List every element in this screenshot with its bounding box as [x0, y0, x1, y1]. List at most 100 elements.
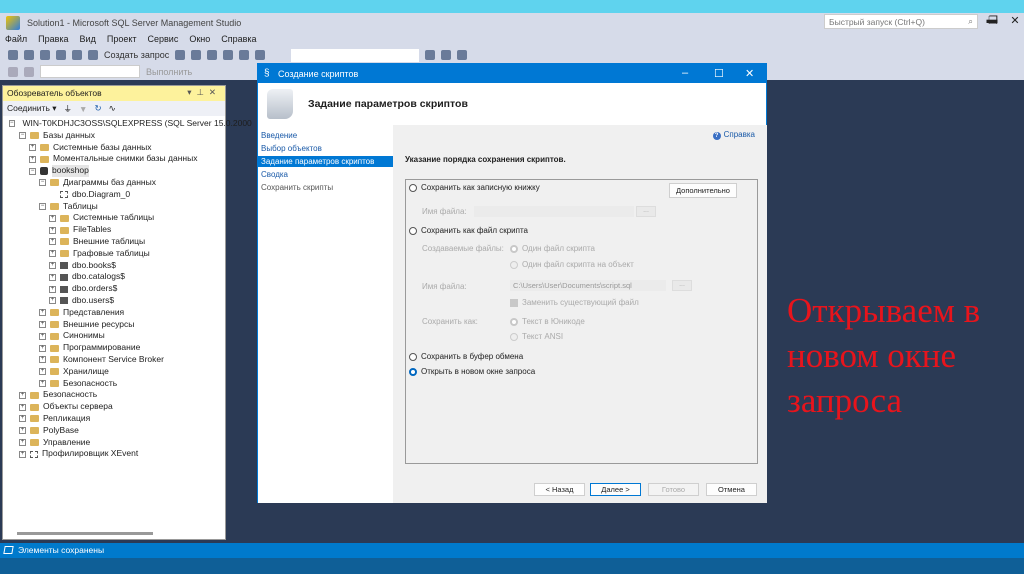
database-combo[interactable] — [40, 65, 140, 78]
search-combo[interactable] — [291, 48, 420, 62]
menu-help[interactable]: Справка — [216, 33, 262, 47]
tree-node[interactable]: + Системные таблицы — [3, 212, 225, 224]
connect-button[interactable]: Соединить ▾ — [7, 103, 57, 114]
toolbox-icon[interactable] — [457, 50, 468, 60]
cancel-button[interactable]: Отмена — [706, 483, 757, 496]
save-icon[interactable] — [72, 50, 82, 60]
expand-icon[interactable]: + — [19, 450, 26, 458]
radio-save-script-file[interactable]: Сохранить как файл скрипта — [409, 226, 528, 235]
menu-project[interactable]: Проект — [102, 33, 143, 47]
expand-icon[interactable]: + — [39, 309, 46, 317]
tree-node[interactable]: + dbo.orders$ — [3, 283, 225, 295]
back-icon[interactable] — [8, 50, 18, 60]
dialog-minimize-button[interactable]: – — [682, 67, 688, 79]
tree-node[interactable]: − Базы данных — [3, 130, 225, 142]
forward-icon[interactable] — [24, 50, 34, 60]
redo-icon[interactable] — [255, 50, 266, 60]
tree-node[interactable]: + dbo.users$ — [3, 295, 225, 307]
tree-node[interactable]: + Графовые таблицы — [3, 248, 225, 260]
execute-button[interactable]: Выполнить — [146, 67, 192, 77]
undo-icon[interactable] — [239, 50, 250, 60]
tree-node[interactable]: + Репликация — [3, 413, 225, 425]
expand-icon[interactable]: + — [39, 332, 46, 340]
dmx-icon[interactable] — [207, 50, 218, 60]
expand-icon[interactable]: + — [49, 285, 56, 293]
close-button[interactable]: ✕ — [1005, 14, 1024, 30]
quick-launch-input[interactable]: Быстрый запуск (Ctrl+Q) ⌕ — [824, 14, 978, 29]
expand-icon[interactable]: + — [49, 238, 56, 246]
restore-button[interactable]: ❐ — [983, 14, 1003, 30]
expand-icon[interactable]: + — [49, 226, 56, 234]
nav-choose-objects[interactable]: Выбор объектов — [258, 143, 393, 155]
nav-summary[interactable]: Сводка — [258, 169, 393, 181]
open-icon[interactable] — [56, 50, 66, 60]
expand-icon[interactable]: + — [29, 155, 36, 163]
expand-icon[interactable]: + — [19, 391, 26, 399]
tree-node[interactable]: + Управление — [3, 437, 225, 449]
expand-icon[interactable]: + — [39, 356, 46, 364]
expand-icon[interactable]: + — [49, 250, 56, 258]
filter-icon[interactable]: ▼ — [79, 104, 87, 114]
expand-icon[interactable]: + — [39, 344, 46, 352]
tree-node[interactable]: + Синонимы — [3, 330, 225, 342]
tree-node[interactable]: + Хранилище — [3, 366, 225, 378]
plug-icon[interactable]: ⏚ — [64, 103, 73, 115]
nav-intro[interactable]: Введение — [258, 130, 393, 142]
menu-edit[interactable]: Правка — [33, 33, 74, 47]
menu-view[interactable]: Вид — [75, 33, 102, 47]
collapse-icon[interactable]: − — [39, 202, 46, 210]
expand-icon[interactable]: + — [39, 368, 46, 376]
disconnect-icon[interactable] — [24, 66, 34, 77]
tree-node[interactable]: − WIN-T0KDHJC3OSS\SQLEXPRESS (SQL Server … — [3, 118, 252, 130]
tree-node[interactable]: + Внешние ресурсы — [3, 319, 225, 331]
xmla-icon[interactable] — [223, 50, 234, 60]
collapse-icon[interactable]: − — [39, 179, 46, 187]
expand-icon[interactable]: + — [19, 438, 26, 446]
advanced-button[interactable]: Дополнительно — [669, 183, 737, 198]
save-all-icon[interactable] — [88, 50, 98, 60]
tree-node[interactable]: + Безопасность — [3, 378, 225, 390]
connect-icon[interactable] — [8, 66, 18, 77]
properties-icon[interactable] — [425, 50, 436, 60]
expand-icon[interactable]: + — [29, 143, 36, 151]
expand-icon[interactable]: + — [49, 297, 56, 305]
next-button[interactable]: Далее > — [590, 483, 641, 496]
dialog-maximize-button[interactable]: ☐ — [714, 67, 724, 80]
expand-icon[interactable]: + — [39, 320, 46, 328]
menu-window[interactable]: Окно — [184, 33, 216, 47]
radio-clipboard[interactable]: Сохранить в буфер обмена — [409, 352, 523, 361]
menu-file[interactable]: Файл — [0, 33, 33, 47]
tree-node[interactable]: − Диаграммы баз данных — [3, 177, 225, 189]
back-button[interactable]: < Назад — [534, 483, 585, 496]
new-project-icon[interactable] — [40, 50, 50, 60]
tree-node[interactable]: + Объекты сервера — [3, 401, 225, 413]
expand-icon[interactable]: + — [19, 403, 26, 411]
collapse-icon[interactable]: − — [9, 120, 15, 128]
wrench-icon[interactable] — [441, 50, 452, 60]
expand-icon[interactable]: + — [19, 415, 26, 423]
expand-icon[interactable]: + — [49, 261, 56, 269]
expand-icon[interactable]: + — [49, 273, 56, 281]
collapse-icon[interactable]: − — [29, 167, 36, 175]
tree-node[interactable]: + Представления — [3, 307, 225, 319]
new-query-button[interactable]: Создать запрос — [104, 50, 169, 60]
tree-node[interactable]: + FileTables — [3, 224, 225, 236]
tree-node[interactable]: + Компонент Service Broker — [3, 354, 225, 366]
tree-node[interactable]: − Таблицы — [3, 201, 225, 213]
tree-node[interactable]: + Программирование — [3, 342, 225, 354]
activity-icon[interactable]: ∿ — [109, 103, 116, 114]
refresh-icon[interactable]: ↻ — [94, 103, 101, 114]
tree-node[interactable]: − bookshop — [3, 165, 225, 177]
tree-node[interactable]: + PolyBase — [3, 425, 225, 437]
help-link[interactable]: ? Справка — [712, 130, 755, 140]
tree-node[interactable]: + Моментальные снимки базы данных — [3, 153, 225, 165]
radio-new-query-window[interactable]: Открыть в новом окне запроса — [409, 367, 535, 376]
tree-node[interactable]: + Безопасность — [3, 389, 225, 401]
tree-node[interactable]: + Системные базы данных — [3, 142, 225, 154]
expand-icon[interactable]: + — [19, 427, 26, 435]
radio-save-notebook[interactable]: Сохранить как записную книжку — [409, 183, 540, 192]
tree-node[interactable]: + Внешние таблицы — [3, 236, 225, 248]
nav-scripting-options[interactable]: Задание параметров скриптов — [258, 155, 393, 167]
expand-icon[interactable]: + — [39, 379, 46, 387]
horizontal-scrollbar[interactable] — [17, 532, 153, 535]
